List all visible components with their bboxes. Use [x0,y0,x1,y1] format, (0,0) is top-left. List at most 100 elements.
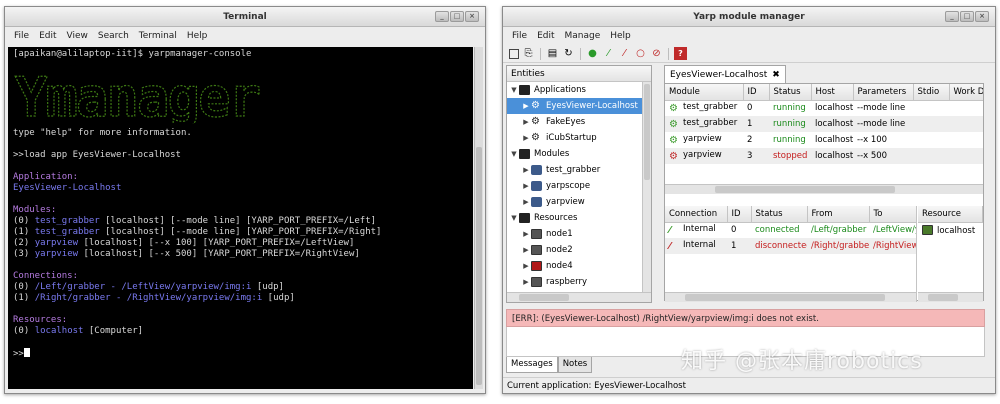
tab-messages[interactable]: Messages [506,357,558,373]
tree-item[interactable]: ▶ yarpscope [507,178,651,194]
entities-hscrollbar[interactable] [507,292,651,302]
close-icon[interactable]: × [465,11,479,22]
menu-view[interactable]: View [62,31,93,41]
tree-item-label: node1 [546,229,573,239]
tree-item[interactable]: ▼ Resources [507,210,651,226]
collapsed-arrow-icon[interactable]: ▶ [521,242,531,258]
table-row[interactable]: ⚙ yarpview 3 stopped localhost --x 500 [665,148,983,164]
entities-vscrollbar[interactable] [642,82,651,292]
column-header[interactable]: Module [665,84,744,101]
tree-item[interactable]: ▶ node1 [507,226,651,242]
scrollbar-thumb[interactable] [928,294,958,301]
connect-icon[interactable]: ⁄ [602,47,615,60]
terminal-scrollbar[interactable] [474,47,483,389]
menu-terminal[interactable]: Terminal [134,31,182,41]
disconnect-icon[interactable]: ⁄ [618,47,631,60]
column-header[interactable]: From [807,206,870,223]
table-row[interactable]: ⁄ Internal 0 connected/Left/grabber/LeftVie… [665,222,916,238]
column-header[interactable]: ID [727,206,752,223]
table-row[interactable]: ⚙ test_grabber 1 running localhost --mode lin… [665,116,983,132]
tab-eyesviewer-localhost[interactable]: EyesViewer-Localhost ✖ [664,65,786,83]
collapsed-arrow-icon[interactable]: ▶ [521,194,531,210]
stop-icon[interactable]: ○ [634,47,647,60]
open-file-icon[interactable]: ⎘ [522,47,535,60]
refresh-icon[interactable]: ↻ [562,47,575,60]
connection-cell: ⁄ Internal [665,238,727,254]
collapsed-arrow-icon[interactable]: ▶ [521,162,531,178]
module-status: stopped [769,148,811,164]
scrollbar-thumb[interactable] [476,147,482,385]
terminal-titlebar[interactable]: Terminal _ □ × [5,7,485,27]
tree-item[interactable]: ▶ node2 [507,242,651,258]
menu-edit[interactable]: Edit [532,31,559,41]
menu-help[interactable]: Help [605,31,636,41]
collapsed-arrow-icon[interactable]: ▶ [521,274,531,290]
help-icon[interactable]: ? [674,47,687,60]
new-file-icon[interactable] [509,48,519,59]
column-header[interactable]: Host [811,84,854,101]
column-header[interactable]: Status [769,84,812,101]
table-row[interactable]: ⁄ Internal 1 disconnected/Right/grabber/Rig… [665,238,916,254]
list-icon[interactable]: ▤ [546,47,559,60]
connections-hscrollbar[interactable] [665,292,916,302]
tree-item[interactable]: ▶ ⚙ EyesViewer-Localhost [507,98,651,114]
tree-item[interactable]: ▶ ⚙ FakeEyes [507,114,651,130]
tree-item[interactable]: ▶ ⚙ iCubStartup [507,130,651,146]
module-name: test_grabber [683,118,738,128]
collapsed-arrow-icon[interactable]: ▶ [521,98,531,114]
final-prompt[interactable]: >> [13,348,468,359]
menu-file[interactable]: File [507,31,532,41]
collapsed-arrow-icon[interactable]: ▶ [521,130,531,146]
menu-file[interactable]: File [9,31,34,41]
module-params: --mode line [853,116,913,132]
tree-item-label: node2 [546,245,573,255]
scrollbar-thumb[interactable] [715,186,895,193]
scrollbar-thumb[interactable] [685,294,885,301]
connection-broken-icon: ⁄ [669,241,671,252]
collapsed-arrow-icon[interactable]: ▶ [521,114,531,130]
collapsed-arrow-icon[interactable]: ▶ [521,258,531,274]
minimize-icon[interactable]: _ [945,11,959,22]
scrollbar-thumb[interactable] [519,294,569,301]
kill-icon[interactable]: ⊘ [650,47,663,60]
expanded-arrow-icon[interactable]: ▼ [509,82,519,98]
menu-search[interactable]: Search [93,31,134,41]
collapsed-arrow-icon[interactable]: ▶ [521,178,531,194]
collapsed-arrow-icon[interactable]: ▶ [521,226,531,242]
expanded-arrow-icon[interactable]: ▼ [509,146,519,162]
tree-item[interactable]: ▶ raspberry [507,274,651,290]
scrollbar-thumb[interactable] [644,84,650,180]
maximize-icon[interactable]: □ [960,11,974,22]
table-row[interactable]: ⚙ test_grabber 0 running localhost --mode lin… [665,100,983,116]
close-icon[interactable]: × [975,11,989,22]
column-header[interactable]: Stdio [913,84,950,101]
menu-manage[interactable]: Manage [560,31,606,41]
column-header[interactable]: Resource [918,206,983,223]
column-header[interactable]: Parameters [853,84,914,101]
column-header[interactable]: To [869,206,916,223]
table-row[interactable]: ⚙ yarpview 2 running localhost --x 100 [665,132,983,148]
yarp-titlebar[interactable]: Yarp module manager _ □ × [503,7,995,27]
connection-type: Internal [683,224,716,235]
tree-item[interactable]: ▶ test_grabber [507,162,651,178]
menu-edit[interactable]: Edit [34,31,61,41]
expanded-arrow-icon[interactable]: ▼ [509,210,519,226]
column-header[interactable]: Work D [949,84,983,101]
resources-hscrollbar[interactable] [918,292,983,302]
minimize-icon[interactable]: _ [435,11,449,22]
modules-hscrollbar[interactable] [665,184,983,194]
table-row[interactable]: localhost [918,222,983,238]
menu-help[interactable]: Help [182,31,213,41]
run-icon[interactable]: ● [586,47,599,60]
column-header[interactable]: Connection [665,206,728,223]
maximize-icon[interactable]: □ [450,11,464,22]
tab-notes[interactable]: Notes [557,357,593,373]
tree-item[interactable]: ▼ Modules [507,146,651,162]
column-header[interactable]: Status [751,206,808,223]
tree-item[interactable]: ▶ node4 [507,258,651,274]
tree-item[interactable]: ▶ yarpview [507,194,651,210]
close-tab-icon[interactable]: ✖ [772,66,780,84]
terminal-screen[interactable]: [apaikan@alilaptop-iit]$ yarpmanager-con… [8,47,473,389]
column-header[interactable]: ID [743,84,770,101]
tree-item[interactable]: ▼ Applications [507,82,651,98]
